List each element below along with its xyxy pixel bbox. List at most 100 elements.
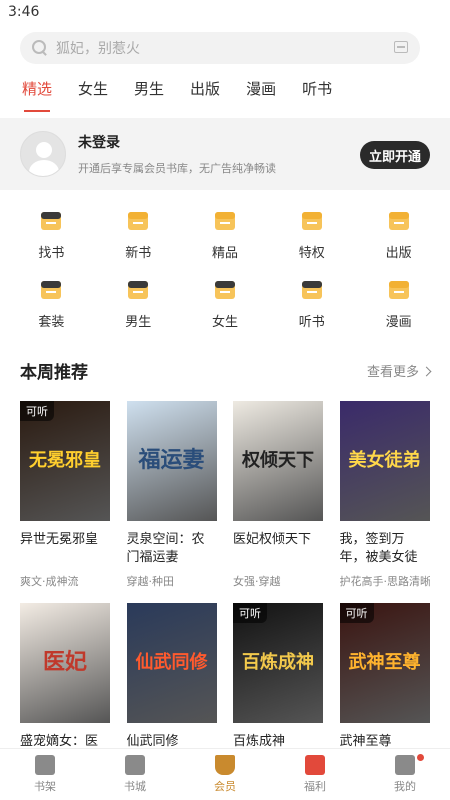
nav-label: 福利 <box>304 780 326 793</box>
new-book-icon <box>124 206 152 234</box>
book-list: 无冕邪皇 可听 异世无冕邪皇 爽文·成神流 福运妻 灵泉空间：农门福运妻 穿越·种田 权倾天下… <box>0 401 450 769</box>
category-tabs: 精选 女生 男生 出版 漫画 听书 <box>0 76 450 112</box>
shortcut-new-book[interactable]: 新书 <box>95 206 182 261</box>
book-title[interactable]: 医妃权倾天下 <box>233 531 323 567</box>
chevron-right-icon <box>421 366 432 377</box>
notification-dot <box>416 754 424 761</box>
book-cover[interactable]: 仙武同修 <box>126 603 217 723</box>
cover-title: 医妃 <box>42 649 87 676</box>
cover-title: 权倾天下 <box>242 449 314 471</box>
shortcut-label: 找书 <box>38 246 65 261</box>
book-title[interactable]: 异世无冕邪皇 <box>20 531 110 567</box>
book-cover[interactable]: 医妃 <box>20 603 110 723</box>
shortcut-comic[interactable]: 漫画 <box>355 275 442 330</box>
shortcut-grid: 找书 新书 精品 特权 出版套装 男生 女生 听书 漫画 <box>0 190 450 330</box>
book-card[interactable]: 权倾天下医妃权倾天下女强·穿越 <box>233 401 323 589</box>
shortcut-male[interactable]: 男生 <box>95 275 182 330</box>
search-bar[interactable]: 狐妃，别惹火 <box>20 32 420 64</box>
book-card[interactable]: 武神至尊 可听 武神至尊 <box>339 603 430 769</box>
book-tags: 女强·穿越 <box>233 575 281 588</box>
shortcut-find-book[interactable]: 找书 <box>8 206 95 261</box>
shortcut-female[interactable]: 女生 <box>182 275 269 330</box>
book-tags: 穿越·种田 <box>126 575 175 588</box>
view-more-link[interactable]: 查看更多 <box>367 361 432 380</box>
tab-5[interactable]: 听书 <box>302 76 332 106</box>
book-tags: 护花高手·思路清晰 <box>339 575 430 588</box>
tab-4[interactable]: 漫画 <box>246 76 276 106</box>
nav-bookshelf[interactable]: 书架 <box>0 749 90 800</box>
search-icon <box>32 40 48 56</box>
status-bar: 3:46 <box>0 0 450 26</box>
shortcut-headphones[interactable]: 听书 <box>268 275 355 330</box>
open-membership-button[interactable]: 立即开通 <box>360 141 430 169</box>
book-cover[interactable]: 武神至尊 可听 <box>339 603 430 723</box>
tab-3[interactable]: 出版 <box>190 76 220 106</box>
nav-label: 我的 <box>394 780 416 793</box>
audio-badge: 可听 <box>233 603 267 623</box>
member-banner[interactable]: 未登录 开通后享专属会员书库，无广告纯净畅读 立即开通 <box>0 118 450 190</box>
avatar[interactable] <box>20 131 66 177</box>
search-placeholder: 狐妃，别惹火 <box>56 41 140 57</box>
nav-bookstore[interactable]: 书城 <box>90 749 180 800</box>
book-cover[interactable]: 美女徒弟 <box>339 401 430 521</box>
shortcut-crown[interactable]: 特权 <box>268 206 355 261</box>
book-cover[interactable]: 百炼成神 可听 <box>233 603 323 723</box>
cover-title: 无冕邪皇 <box>29 449 101 471</box>
tab-2[interactable]: 男生 <box>134 76 164 106</box>
book-cover[interactable]: 福运妻 <box>126 401 217 521</box>
find-book-icon <box>37 206 65 234</box>
audio-badge: 可听 <box>339 603 374 623</box>
profile-icon <box>395 755 415 775</box>
login-status: 未登录 <box>78 135 120 151</box>
nav-vip[interactable]: 会员 <box>180 749 270 800</box>
shortcut-label: 特权 <box>298 246 325 261</box>
shortcut-label: 套装 <box>38 315 65 330</box>
book-card[interactable]: 福运妻灵泉空间：农门福运妻穿越·种田 <box>126 401 217 589</box>
section-title: 本周推荐 <box>20 363 88 383</box>
shortcut-label: 听书 <box>298 315 325 330</box>
book-card[interactable]: 医妃盛宠嫡女：医妃不好惹 <box>20 603 110 769</box>
comic-icon <box>385 275 413 303</box>
book-cover[interactable]: 无冕邪皇 可听 <box>20 401 110 521</box>
nav-welfare[interactable]: 福利 <box>270 749 360 800</box>
book-card[interactable]: 无冕邪皇 可听异世无冕邪皇爽文·成神流 <box>20 401 110 589</box>
book-title[interactable]: 灵泉空间：农门福运妻 <box>127 531 217 567</box>
bookshelf-icon <box>35 755 55 775</box>
bookstore-icon <box>125 755 145 775</box>
scan-icon[interactable] <box>394 41 408 53</box>
cover-title: 仙武同修 <box>135 651 208 673</box>
crown-icon <box>298 206 326 234</box>
shortcut-label: 精品 <box>211 246 238 261</box>
status-time: 3:46 <box>8 4 40 20</box>
shortcut-gift[interactable]: 套装 <box>8 275 95 330</box>
shortcut-label: 新书 <box>125 246 152 261</box>
premium-icon <box>211 206 239 234</box>
audio-badge: 可听 <box>20 401 54 421</box>
bottom-nav: 书架 书城 会员 福利 我的 <box>0 748 450 800</box>
welfare-icon <box>305 755 325 775</box>
book-card[interactable]: 仙武同修 仙武同修 <box>126 603 217 769</box>
nav-label: 书架 <box>34 780 56 793</box>
male-icon <box>124 275 152 303</box>
book-tags: 爽文·成神流 <box>20 575 79 588</box>
tab-0[interactable]: 精选 <box>22 76 52 112</box>
shortcut-premium[interactable]: 精品 <box>182 206 269 261</box>
publish-icon <box>385 206 413 234</box>
book-card[interactable]: 美女徒弟我，签到万年，被美女徒弟曝光了护花高手·思路清晰 <box>339 401 430 589</box>
shortcut-label: 女生 <box>211 315 238 330</box>
book-cover[interactable]: 权倾天下 <box>233 401 323 521</box>
cover-title: 百炼成神 <box>242 651 314 673</box>
vip-icon <box>215 755 235 775</box>
shortcut-label: 男生 <box>125 315 152 330</box>
member-subtitle: 开通后享专属会员书库，无广告纯净畅读 <box>78 162 276 175</box>
cover-title: 武神至尊 <box>348 651 421 673</box>
shortcut-label: 漫画 <box>385 315 412 330</box>
book-title[interactable]: 我，签到万年，被美女徒弟曝光了 <box>340 531 430 567</box>
nav-profile[interactable]: 我的 <box>360 749 450 800</box>
tab-1[interactable]: 女生 <box>78 76 108 106</box>
female-icon <box>211 275 239 303</box>
nav-label: 会员 <box>214 780 236 793</box>
shortcut-publish[interactable]: 出版 <box>355 206 442 261</box>
section-header: 本周推荐 查看更多 <box>0 358 450 383</box>
book-card[interactable]: 百炼成神 可听 百炼成神 <box>233 603 323 769</box>
